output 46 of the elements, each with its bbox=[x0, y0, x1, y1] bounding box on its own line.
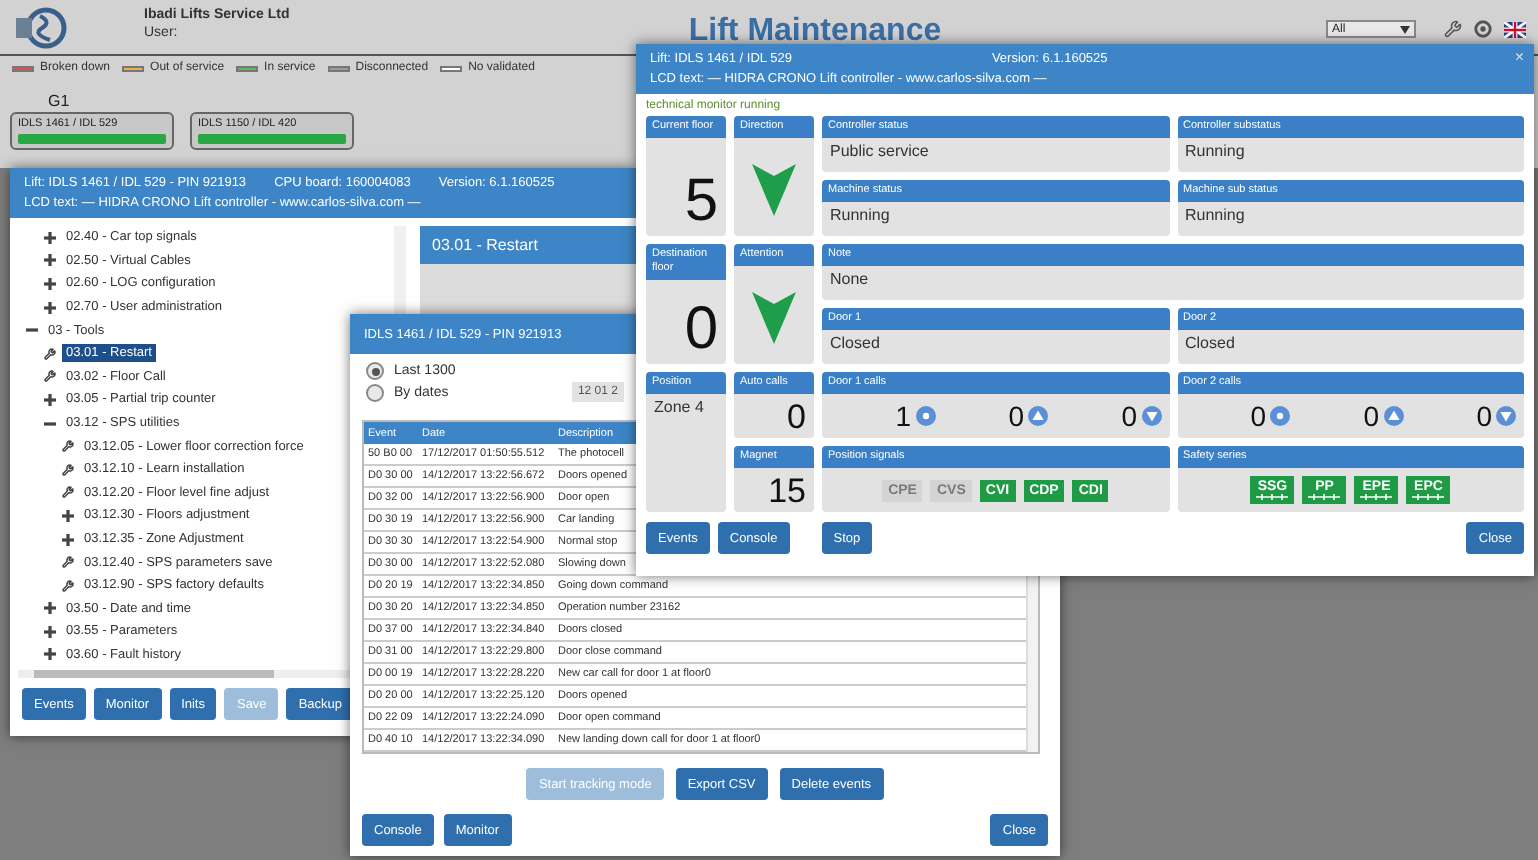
call-count: 0 bbox=[1250, 402, 1266, 431]
card-value: Closed bbox=[830, 334, 880, 353]
call-count: 0 bbox=[1008, 402, 1024, 431]
card-value: Closed bbox=[1185, 334, 1235, 353]
card-value: 0 bbox=[684, 300, 718, 360]
card-value: 15 bbox=[768, 474, 806, 508]
page-title: Lift Maintenance bbox=[686, 12, 944, 50]
wrench-icon bbox=[62, 556, 74, 569]
panel-title: 03.01 - Restart bbox=[420, 226, 636, 264]
call-count: 0 bbox=[1121, 402, 1137, 431]
card-value: Zone 4 bbox=[654, 398, 704, 417]
expand-icon[interactable] bbox=[62, 509, 74, 522]
wrench-icon bbox=[44, 370, 56, 383]
tools-icon[interactable] bbox=[1444, 20, 1462, 38]
card-value: Running bbox=[1185, 206, 1245, 225]
call-count: 0 bbox=[1363, 402, 1379, 431]
wrench-icon bbox=[62, 463, 74, 476]
expand-icon[interactable] bbox=[44, 254, 56, 267]
expand-icon[interactable] bbox=[44, 393, 56, 406]
collapse-icon[interactable] bbox=[44, 417, 56, 430]
expand-icon[interactable] bbox=[44, 231, 56, 244]
group-name: G1 bbox=[48, 92, 70, 110]
collapse-icon[interactable] bbox=[26, 324, 38, 337]
caret-icon bbox=[1400, 25, 1410, 33]
card-value: Running bbox=[830, 206, 890, 225]
card-value: 0 bbox=[787, 400, 806, 434]
expand-icon[interactable] bbox=[44, 277, 56, 290]
expand-icon[interactable] bbox=[44, 602, 56, 615]
wrench-icon bbox=[62, 440, 74, 453]
card-value: Running bbox=[1185, 142, 1245, 161]
card-value: None bbox=[830, 270, 869, 289]
wrench-icon bbox=[62, 579, 74, 592]
flag-icon[interactable] bbox=[1504, 21, 1526, 37]
card-value: 5 bbox=[684, 172, 718, 232]
call-count: 1 bbox=[895, 402, 911, 431]
expand-icon[interactable] bbox=[44, 648, 56, 661]
logo-icon bbox=[12, 6, 68, 50]
wrench-icon bbox=[62, 486, 74, 499]
expand-icon[interactable] bbox=[62, 533, 74, 546]
call-count: 0 bbox=[1476, 402, 1492, 431]
expand-icon[interactable] bbox=[44, 301, 56, 314]
radio-button[interactable] bbox=[366, 362, 384, 380]
expand-icon[interactable] bbox=[44, 625, 56, 638]
card-value: Public service bbox=[830, 142, 929, 161]
wrench-icon bbox=[44, 347, 56, 360]
radio-button[interactable] bbox=[366, 384, 384, 402]
